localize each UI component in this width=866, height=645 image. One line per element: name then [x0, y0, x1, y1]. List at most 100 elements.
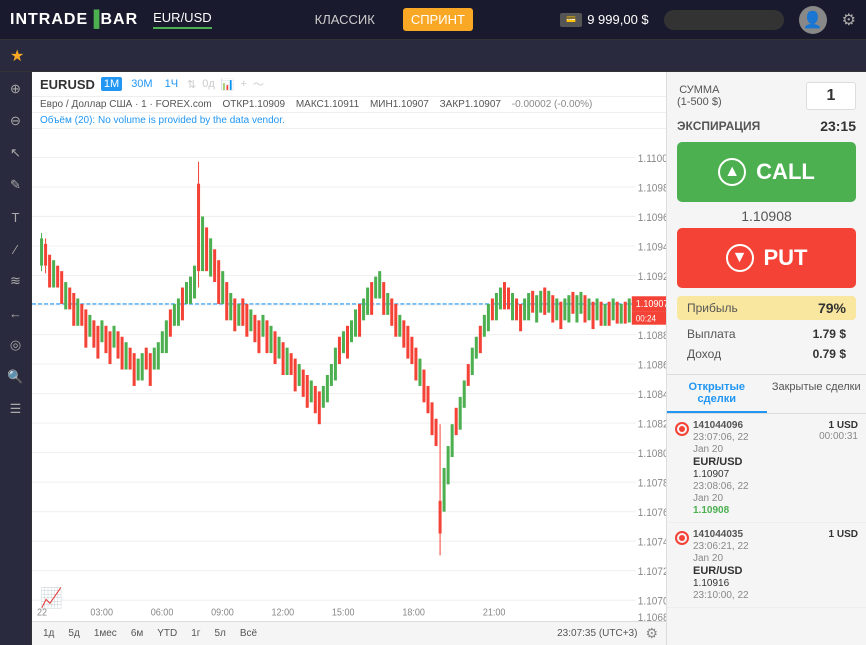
chart-svg: 1.11000 1.10980 1.10960 1.10940 1.10920 … [32, 129, 666, 621]
trade-row-2: 141044035 23:06:21, 22 Jan 20 EUR/USD 1.… [675, 529, 858, 601]
put-down-icon: ▼ [726, 244, 754, 272]
closed-trades-tab[interactable]: Закрытые сделки [767, 375, 866, 413]
avatar-icon: 👤 [803, 10, 823, 30]
trade-left-1: 141044096 23:07:06, 22 Jan 20 EUR/USD 1.… [675, 420, 749, 516]
trade-duration-1: 00:00:31 [819, 431, 858, 442]
trade-dot-inner-2 [679, 535, 685, 541]
search-bar[interactable] [664, 10, 784, 30]
chart-wave-icon[interactable]: 〜 [253, 76, 264, 92]
trade-id-2: 141044035 [693, 529, 749, 540]
header: INTRADE▐BAR EUR/USD КЛАССИК СПРИНТ 💳 9 9… [0, 0, 866, 40]
trades-section: Открытые сделки Закрытые сделки 14104409… [667, 374, 866, 645]
open-trades-tab[interactable]: Открытые сделки [667, 375, 767, 413]
tf-5y[interactable]: 5л [211, 627, 228, 640]
tf-all[interactable]: Всё [237, 627, 260, 640]
trade-info-1: 141044096 23:07:06, 22 Jan 20 EUR/USD 1.… [693, 420, 749, 516]
balance-value: 9 999,00 $ [587, 12, 648, 27]
trade-item-1: 141044096 23:07:06, 22 Jan 20 EUR/USD 1.… [667, 414, 866, 523]
avatar[interactable]: 👤 [799, 6, 827, 34]
chart-info-bar: Евро / Доллар США · 1 · FOREX.com ОТКР1.… [32, 97, 666, 113]
svg-text:1.10720: 1.10720 [638, 566, 666, 578]
trade-info-2: 141044035 23:06:21, 22 Jan 20 EUR/USD 1.… [693, 529, 749, 601]
trade-date4-1: Jan 20 [693, 493, 749, 504]
svg-text:1.11000: 1.11000 [638, 152, 666, 164]
expiry-value[interactable]: 23:15 [820, 118, 856, 134]
amount-row: СУММА (1-500 $) 1 [677, 82, 856, 110]
trade-row-1: 141044096 23:07:06, 22 Jan 20 EUR/USD 1.… [675, 420, 858, 516]
current-price: 1.10908 [677, 204, 856, 228]
trade-pair-2: EUR/USD [693, 565, 749, 577]
main-area: ⊕ ⊖ ↖ ✎ T ⁄ ≋ ← ◎ 🔍 ☰ EURUSD 1М 30М 1Ч ⇅… [0, 72, 866, 645]
tf-1h[interactable]: 1Ч [162, 77, 181, 91]
tf-separator: ⇅ [187, 78, 196, 91]
svg-text:1.10800: 1.10800 [638, 448, 666, 460]
currency-pair[interactable]: EUR/USD [153, 10, 212, 29]
trade-id-1: 141044096 [693, 420, 749, 431]
tf-ytd[interactable]: YTD [154, 627, 180, 640]
tf-5d[interactable]: 5д [65, 627, 82, 640]
trade-date1-1: 23:07:06, 22 [693, 432, 749, 443]
tab-classic[interactable]: КЛАССИК [307, 8, 383, 31]
chart-type-icon[interactable]: 📊 [221, 78, 235, 91]
chart-area: EURUSD 1М 30М 1Ч ⇅ 0д 📊 + 〜 Евро / Долла… [32, 72, 666, 645]
settings-icon[interactable]: ⚙ [842, 10, 856, 30]
minus-tool[interactable]: ⊖ [4, 109, 28, 133]
svg-text:1.10820: 1.10820 [638, 418, 666, 430]
chart-header: EURUSD 1М 30М 1Ч ⇅ 0д 📊 + 〜 [32, 72, 666, 97]
star-icon[interactable]: ★ [10, 46, 24, 66]
arrow-tool[interactable]: ← [4, 301, 28, 325]
tab-sprint[interactable]: СПРИНТ [403, 8, 473, 31]
left-toolbar: ⊕ ⊖ ↖ ✎ T ⁄ ≋ ← ◎ 🔍 ☰ [0, 72, 32, 645]
svg-text:1.10860: 1.10860 [638, 359, 666, 371]
chart-add-icon[interactable]: + [241, 78, 247, 90]
put-button[interactable]: ▼ PUT [677, 228, 856, 288]
tf-6m[interactable]: 6м [128, 627, 146, 640]
svg-text:1.10780: 1.10780 [638, 477, 666, 489]
svg-text:1.10700: 1.10700 [638, 595, 666, 607]
tf-30m[interactable]: 30М [128, 77, 155, 91]
chart-gear-icon[interactable]: ⚙ [645, 625, 658, 642]
logo: INTRADE▐BAR [10, 11, 138, 29]
tf-1y[interactable]: 1г [188, 627, 203, 640]
crosshair-tool[interactable]: ⊕ [4, 77, 28, 101]
chart-bottom-bar: 1д 5д 1мес 6м YTD 1г 5л Всё 23:07:35 (UT… [32, 621, 666, 645]
trade-price1-2: 1.10916 [693, 578, 749, 589]
amount-label: СУММА (1-500 $) [677, 84, 722, 108]
chart-timestamp: 23:07:35 (UTC+3) [557, 628, 637, 639]
trade-dot-2 [675, 531, 689, 545]
chart-info-text: Евро / Доллар США · 1 · FOREX.com ОТКР1.… [40, 99, 596, 110]
tf-type: 0д [202, 78, 215, 90]
call-button[interactable]: ▲ CALL [677, 142, 856, 202]
payout-row: Выплата 1.79 $ [677, 324, 856, 344]
text-tool[interactable]: T [4, 205, 28, 229]
svg-text:📈: 📈 [40, 586, 63, 610]
more-tool[interactable]: ☰ [4, 397, 28, 421]
pencil-tool[interactable]: ✎ [4, 173, 28, 197]
fibonacci-tool[interactable]: ≋ [4, 269, 28, 293]
amount-input[interactable]: 1 [806, 82, 856, 110]
trade-amount-1: 1 USD [819, 420, 858, 431]
zoom-tool[interactable]: 🔍 [4, 365, 28, 389]
svg-text:1.10680: 1.10680 [638, 612, 666, 621]
tf-1m[interactable]: 1М [101, 77, 122, 91]
chart-canvas[interactable]: 1.11000 1.10980 1.10960 1.10940 1.10920 … [32, 129, 666, 621]
line-tool[interactable]: ⁄ [4, 237, 28, 261]
trade-dot-inner-1 [679, 426, 685, 432]
balance-area: 💳 9 999,00 $ [560, 12, 648, 27]
trade-date1-2: 23:06:21, 22 [693, 541, 749, 552]
svg-text:1.10980: 1.10980 [638, 182, 666, 194]
svg-text:1.10907: 1.10907 [636, 299, 666, 310]
expiry-row: ЭКСПИРАЦИЯ 23:15 [677, 118, 856, 134]
circle-tool[interactable]: ◎ [4, 333, 28, 357]
chart-symbol: EURUSD [40, 77, 95, 92]
svg-text:15:00: 15:00 [332, 607, 355, 618]
svg-text:1.10960: 1.10960 [638, 211, 666, 223]
right-panel: СУММА (1-500 $) 1 ЭКСПИРАЦИЯ 23:15 ▲ CAL… [666, 72, 866, 645]
put-label: PUT [764, 245, 808, 271]
svg-text:21:00: 21:00 [483, 607, 506, 618]
tf-1d[interactable]: 1д [40, 627, 57, 640]
cursor-tool[interactable]: ↖ [4, 141, 28, 165]
wallet-icon: 💳 [560, 13, 582, 27]
trade-date2-1: Jan 20 [693, 444, 749, 455]
tf-1m[interactable]: 1мес [91, 627, 120, 640]
